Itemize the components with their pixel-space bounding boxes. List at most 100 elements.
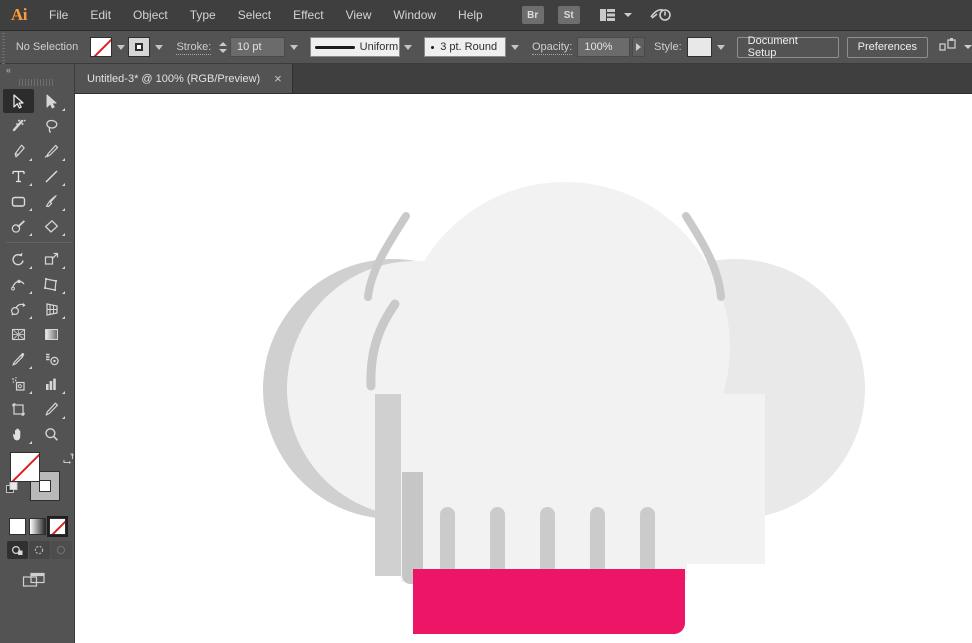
stroke-weight-label[interactable]: Stroke: xyxy=(176,41,212,55)
eraser-tool[interactable] xyxy=(36,214,67,238)
fill-color-swatch[interactable] xyxy=(90,37,112,57)
gradient-tool[interactable] xyxy=(36,322,67,346)
gradient-mode-button[interactable] xyxy=(29,518,46,535)
close-icon[interactable]: × xyxy=(274,72,282,85)
bridge-button[interactable]: Br xyxy=(521,6,544,24)
brush-definition-value: 3 pt. Round xyxy=(440,41,498,53)
fill-dropdown-chevron-down-icon[interactable] xyxy=(113,37,129,57)
flyout-indicator-icon xyxy=(62,108,65,111)
menu-view[interactable]: View xyxy=(335,0,383,31)
direct-selection-tool[interactable] xyxy=(36,89,67,113)
line-segment-tool[interactable] xyxy=(36,164,67,188)
align-chevron-down-icon xyxy=(963,45,972,49)
type-tool[interactable] xyxy=(3,164,34,188)
zoom-tool[interactable] xyxy=(36,422,67,446)
column-graph-tool[interactable] xyxy=(36,372,67,396)
flyout-indicator-icon xyxy=(29,266,32,269)
stock-button[interactable]: St xyxy=(557,6,580,24)
none-mode-button[interactable] xyxy=(47,516,68,537)
magic-wand-tool[interactable] xyxy=(3,114,34,138)
flyout-indicator-icon xyxy=(29,391,32,394)
mesh-tool[interactable] xyxy=(3,322,34,346)
change-screen-mode-button[interactable] xyxy=(22,571,50,591)
flyout-indicator-icon xyxy=(62,183,65,186)
selection-status: No Selection xyxy=(15,41,79,53)
slice-tool[interactable] xyxy=(36,397,67,421)
tools-panel-header: « xyxy=(0,64,74,76)
draw-normal-button[interactable] xyxy=(7,541,28,559)
collapse-panel-icon[interactable]: « xyxy=(6,65,11,75)
document-canvas[interactable] xyxy=(75,94,972,643)
eyedropper-tool[interactable] xyxy=(3,347,34,371)
shaper-tool[interactable] xyxy=(3,214,34,238)
menu-effect[interactable]: Effect xyxy=(282,0,334,31)
flyout-indicator-icon xyxy=(62,233,65,236)
opacity-input[interactable]: 100% xyxy=(577,37,631,57)
color-mode-button[interactable] xyxy=(9,518,26,535)
draw-behind-button[interactable] xyxy=(29,541,50,559)
stroke-profile-chevron-down-icon[interactable] xyxy=(401,37,417,57)
paintbrush-tool[interactable] xyxy=(36,189,67,213)
illustrator-window: Ai File Edit Object Type Select Effect V… xyxy=(0,0,972,643)
free-transform-tool[interactable] xyxy=(36,272,67,296)
brush-preview-icon xyxy=(431,45,435,49)
stroke-weight-stepper[interactable] xyxy=(217,37,228,57)
stroke-color-swatch[interactable] xyxy=(128,37,150,57)
control-panel-grip[interactable] xyxy=(0,30,8,64)
blend-tool[interactable] xyxy=(36,347,67,371)
default-fill-stroke-icon[interactable] xyxy=(6,482,19,495)
stroke-weight-input[interactable]: 10 pt xyxy=(230,37,286,57)
arrange-documents-button[interactable] xyxy=(588,6,632,24)
tools-divider xyxy=(6,242,73,243)
flyout-indicator-icon xyxy=(62,391,65,394)
stroke-dropdown-chevron-down-icon[interactable] xyxy=(151,37,167,57)
pen-tool[interactable] xyxy=(3,139,34,163)
align-to-artboard-button[interactable] xyxy=(938,37,972,58)
opacity-label[interactable]: Opacity: xyxy=(531,41,573,55)
graphic-style-swatch[interactable] xyxy=(686,37,713,57)
style-chevron-down-icon[interactable] xyxy=(713,37,729,57)
brush-definition-chevron-down-icon[interactable] xyxy=(507,37,523,57)
stroke-weight-chevron-down-icon[interactable] xyxy=(286,37,302,57)
lasso-tool[interactable] xyxy=(36,114,67,138)
menu-object[interactable]: Object xyxy=(122,0,179,31)
menu-type[interactable]: Type xyxy=(179,0,227,31)
hand-tool[interactable] xyxy=(3,422,34,446)
color-controls xyxy=(6,452,76,514)
preferences-button[interactable]: Preferences xyxy=(846,36,928,58)
flyout-indicator-icon xyxy=(62,291,65,294)
tools-panel: « xyxy=(0,64,75,643)
shape-builder-tool[interactable] xyxy=(3,297,34,321)
tools-panel-grip[interactable] xyxy=(19,77,55,86)
chevron-down-icon xyxy=(623,13,632,17)
swap-fill-stroke-icon[interactable] xyxy=(62,451,74,464)
menu-window[interactable]: Window xyxy=(382,0,447,31)
menu-bar: Ai File Edit Object Type Select Effect V… xyxy=(0,0,972,31)
brush-definition-select[interactable]: 3 pt. Round xyxy=(424,37,507,57)
document-setup-button[interactable]: Document Setup xyxy=(736,35,839,59)
scale-tool[interactable] xyxy=(36,247,67,271)
perspective-grid-tool[interactable] xyxy=(36,297,67,321)
opacity-expand-chevron-right-icon[interactable] xyxy=(632,37,646,57)
width-tool[interactable] xyxy=(3,272,34,296)
rotate-tool[interactable] xyxy=(3,247,34,271)
stroke-profile-select[interactable]: Uniform xyxy=(309,37,400,57)
rectangle-tool[interactable] xyxy=(3,189,34,213)
curvature-tool[interactable] xyxy=(36,139,67,163)
menu-help[interactable]: Help xyxy=(447,0,494,31)
artboard-tool[interactable] xyxy=(3,397,34,421)
arrange-documents-icon xyxy=(596,6,620,24)
document-tab[interactable]: Untitled-3* @ 100% (RGB/Preview) × xyxy=(75,64,293,93)
menu-file[interactable]: File xyxy=(38,0,79,31)
flyout-indicator-icon xyxy=(62,266,65,269)
search-adobe-stock-icon[interactable] xyxy=(648,5,672,25)
flyout-indicator-icon xyxy=(62,416,65,419)
symbol-sprayer-tool[interactable] xyxy=(3,372,34,396)
selection-tool[interactable] xyxy=(3,89,34,113)
fill-color-box[interactable] xyxy=(10,452,40,482)
flyout-indicator-icon xyxy=(29,158,32,161)
draw-inside-button[interactable] xyxy=(51,541,72,559)
flyout-indicator-icon xyxy=(29,183,32,186)
menu-select[interactable]: Select xyxy=(227,0,282,31)
menu-edit[interactable]: Edit xyxy=(79,0,122,31)
